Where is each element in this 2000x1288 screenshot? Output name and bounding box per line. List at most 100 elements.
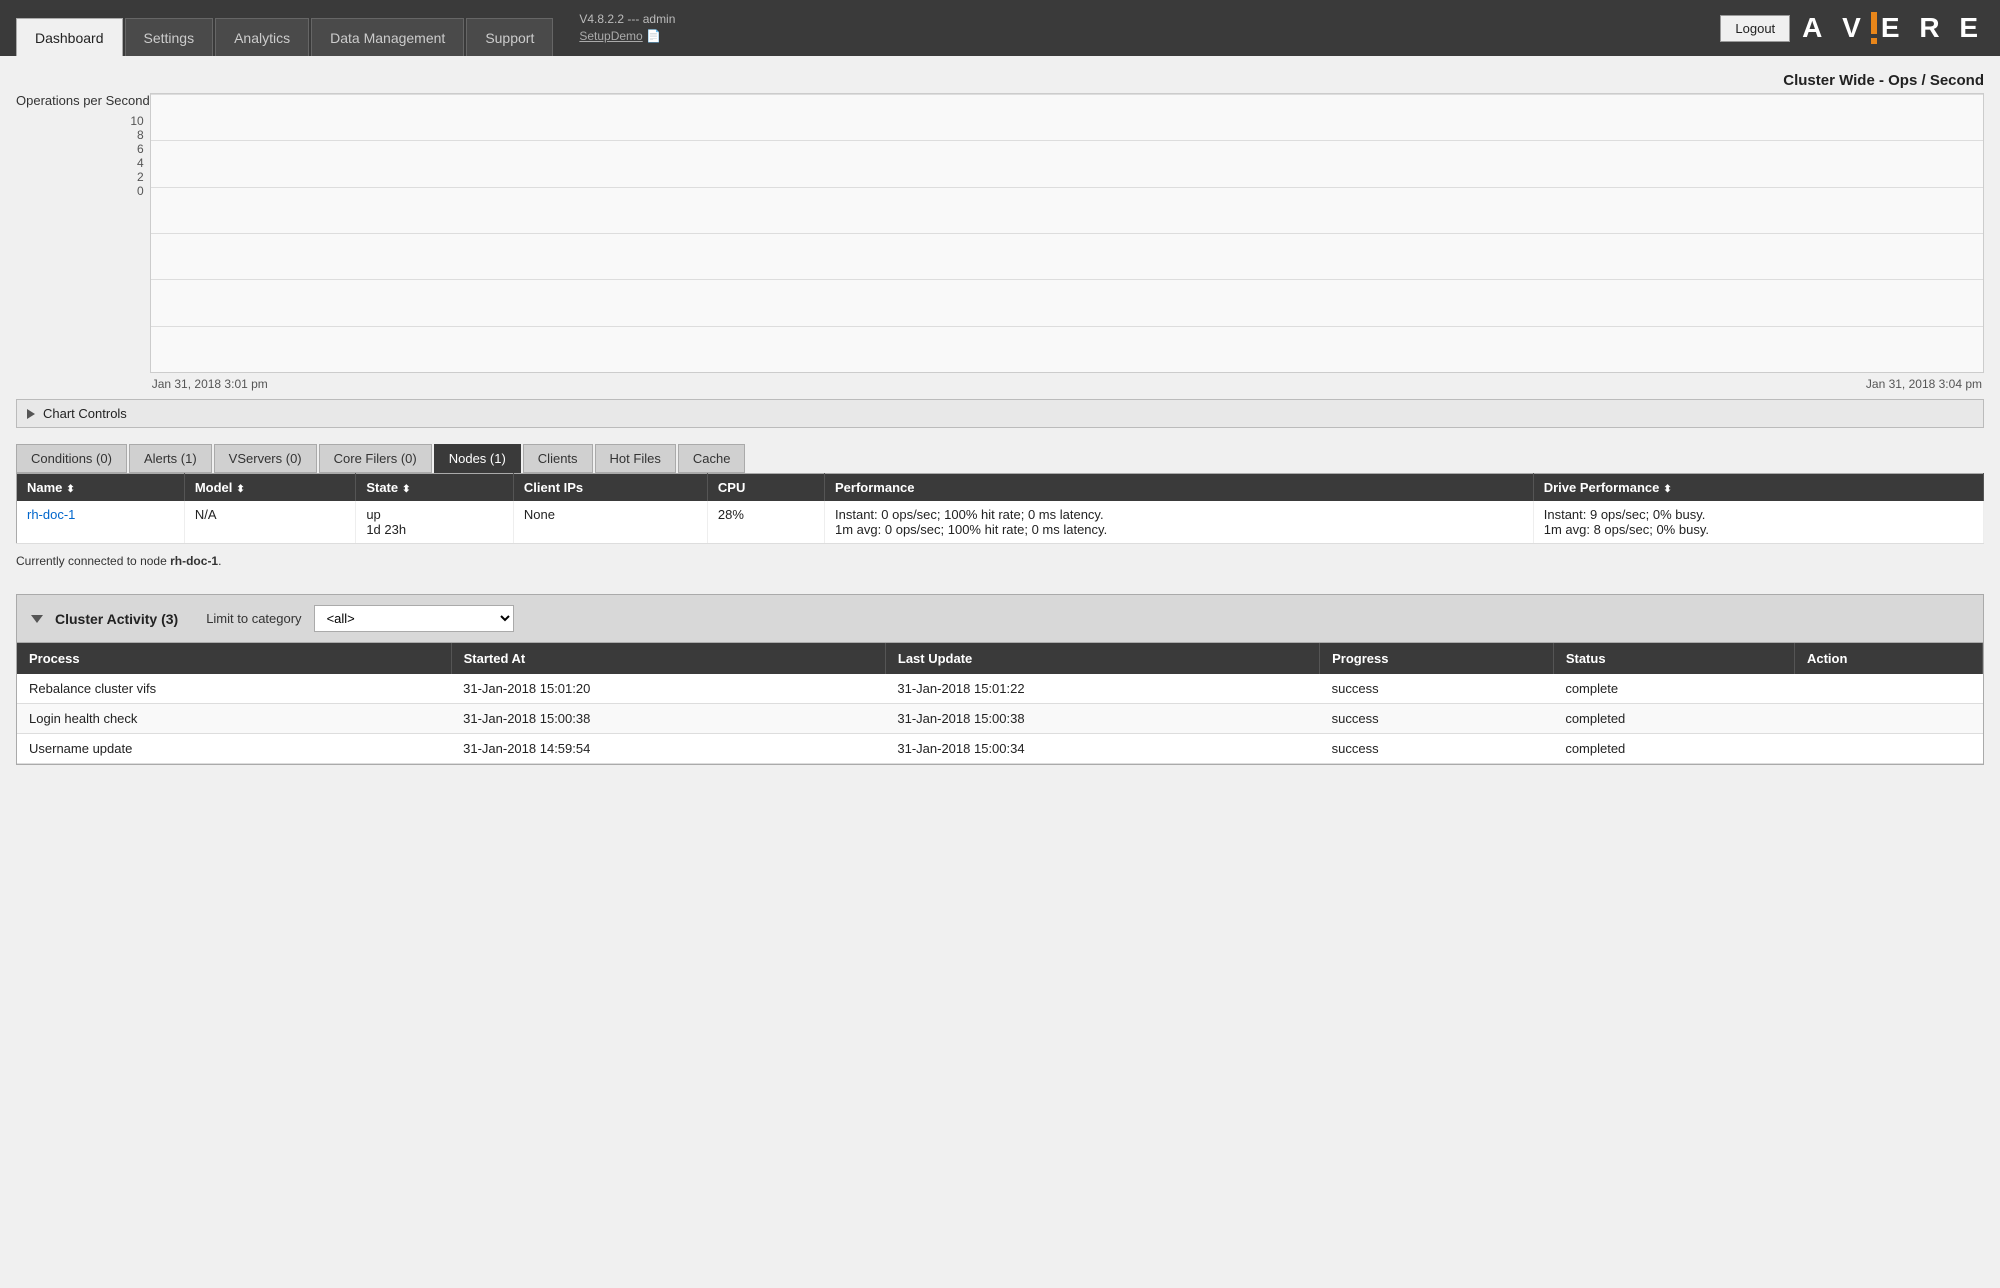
sort-icon: ⬍ (236, 484, 244, 495)
chart-gridline (151, 279, 1983, 280)
activity-cell-started-at: 31-Jan-2018 14:59:54 (451, 734, 885, 764)
activity-col-process: Process (17, 643, 451, 674)
y-axis-label: 2 (16, 170, 144, 184)
node-performance-cell: Instant: 0 ops/sec; 100% hit rate; 0 ms … (825, 501, 1534, 544)
activity-cell-progress: success (1320, 734, 1554, 764)
chart-title: Operations per Second (16, 93, 150, 108)
node-state-cell: up1d 23h (356, 501, 514, 544)
tabs-section: Conditions (0)Alerts (1)VServers (0)Core… (16, 444, 1984, 574)
list-item: Rebalance cluster vifs31-Jan-2018 15:01:… (17, 674, 1983, 704)
node-table: Name⬍Model⬍State⬍Client IPsCPUPerformanc… (16, 473, 1984, 544)
nav-tab-data-management[interactable]: Data Management (311, 18, 464, 56)
chart-controls[interactable]: Chart Controls (16, 399, 1984, 428)
sort-icon: ⬍ (66, 484, 74, 495)
nav-tab-support[interactable]: Support (466, 18, 553, 56)
node-col-model[interactable]: Model⬍ (184, 474, 356, 502)
data-tab-clients[interactable]: Clients (523, 444, 593, 473)
cluster-activity-header: Cluster Activity (3) Limit to category <… (17, 595, 1983, 643)
node-col-cpu: CPU (707, 474, 824, 502)
activity-cell-status: completed (1553, 734, 1794, 764)
tab-bar: Conditions (0)Alerts (1)VServers (0)Core… (16, 444, 1984, 473)
setup-link[interactable]: SetupDemo (579, 29, 642, 43)
activity-col-action: Action (1794, 643, 1982, 674)
node-col-state[interactable]: State⬍ (356, 474, 514, 502)
chart-header-label: Cluster Wide - Ops / Second (16, 72, 1984, 89)
node-col-name[interactable]: Name⬍ (17, 474, 185, 502)
logout-button[interactable]: Logout (1720, 15, 1790, 42)
activity-cell-action (1794, 674, 1982, 704)
connected-note: Currently connected to node rh-doc-1. (16, 548, 1984, 574)
activity-cell-last-update: 31-Jan-2018 15:01:22 (885, 674, 1319, 704)
activity-cell-process: Rebalance cluster vifs (17, 674, 451, 704)
nav-tab-analytics[interactable]: Analytics (215, 18, 309, 56)
activity-table-body: Rebalance cluster vifs31-Jan-2018 15:01:… (17, 674, 1983, 764)
nav-tab-dashboard[interactable]: Dashboard (16, 18, 123, 56)
node-col-drive-performance[interactable]: Drive Performance⬍ (1533, 474, 1983, 502)
node-cpu-cell: 28% (707, 501, 824, 544)
node-model-cell: N/A (184, 501, 356, 544)
activity-cell-last-update: 31-Jan-2018 15:00:34 (885, 734, 1319, 764)
cluster-activity-title: Cluster Activity (3) (55, 611, 178, 627)
chart-area-wrapper: Jan 31, 2018 3:01 pm Jan 31, 2018 3:04 p… (150, 93, 1984, 391)
activity-cell-progress: success (1320, 674, 1554, 704)
activity-col-progress: Progress (1320, 643, 1554, 674)
chart-controls-label: Chart Controls (43, 406, 127, 421)
data-tab-hot-files[interactable]: Hot Files (595, 444, 676, 473)
main-content: Cluster Wide - Ops / Second Operations p… (0, 56, 2000, 1288)
activity-col-last-update: Last Update (885, 643, 1319, 674)
y-axis-label: 6 (16, 142, 144, 156)
activity-cell-process: Username update (17, 734, 451, 764)
avere-logo: A V E R E (1802, 12, 1984, 44)
chart-x-axis: Jan 31, 2018 3:01 pm Jan 31, 2018 3:04 p… (150, 377, 1984, 391)
header-logo: Logout A V E R E (1720, 12, 1984, 44)
node-client-ips-cell: None (513, 501, 707, 544)
activity-cell-action (1794, 704, 1982, 734)
nav-tab-settings[interactable]: Settings (125, 18, 214, 56)
list-item: Login health check31-Jan-2018 15:00:3831… (17, 704, 1983, 734)
sort-icon: ⬍ (1663, 484, 1671, 495)
activity-cell-status: complete (1553, 674, 1794, 704)
cluster-activity: Cluster Activity (3) Limit to category <… (16, 594, 1984, 765)
limit-category-select[interactable]: <all>RebalanceLoginUsername (314, 605, 514, 632)
activity-cell-started-at: 31-Jan-2018 15:01:20 (451, 674, 885, 704)
chart-gridline (151, 326, 1983, 327)
data-tab-nodes[interactable]: Nodes (1) (434, 444, 521, 473)
chart-gridline (151, 140, 1983, 141)
activity-table-header: ProcessStarted AtLast UpdateProgressStat… (17, 643, 1983, 674)
activity-cell-started-at: 31-Jan-2018 15:00:38 (451, 704, 885, 734)
node-col-performance: Performance (825, 474, 1534, 502)
data-tab-cache[interactable]: Cache (678, 444, 746, 473)
version-text: V4.8.2.2 --- admin (579, 12, 675, 26)
data-tab-conditions[interactable]: Conditions (0) (16, 444, 127, 473)
chart-gridline (151, 372, 1983, 373)
node-table-header-row: Name⬍Model⬍State⬍Client IPsCPUPerformanc… (17, 474, 1984, 502)
header: DashboardSettingsAnalyticsData Managemen… (0, 0, 2000, 56)
activity-cell-progress: success (1320, 704, 1554, 734)
sort-icon: ⬍ (402, 484, 410, 495)
chart-section: Cluster Wide - Ops / Second Operations p… (16, 72, 1984, 428)
node-table-body: rh-doc-1 N/Aup1d 23hNone28%Instant: 0 ops… (17, 501, 1984, 544)
nav-tabs: DashboardSettingsAnalyticsData Managemen… (16, 0, 555, 56)
data-tab-core-filers[interactable]: Core Filers (0) (319, 444, 432, 473)
node-drive-perf-cell: Instant: 9 ops/sec; 0% busy.1m avg: 8 op… (1533, 501, 1983, 544)
chart-y-axis: 1086420 (16, 114, 150, 228)
chart-x-start: Jan 31, 2018 3:01 pm (152, 377, 268, 391)
chart-gridline (151, 187, 1983, 188)
y-axis-label: 10 (16, 114, 144, 128)
data-tab-alerts[interactable]: Alerts (1) (129, 444, 212, 473)
limit-label: Limit to category (206, 611, 301, 626)
triangle-down-icon[interactable] (31, 615, 43, 623)
list-item: Username update31-Jan-2018 14:59:5431-Ja… (17, 734, 1983, 764)
activity-col-status: Status (1553, 643, 1794, 674)
logo-bar-icon (1871, 12, 1877, 44)
header-version: V4.8.2.2 --- admin SetupDemo 📄 (579, 11, 675, 45)
activity-col-started-at: Started At (451, 643, 885, 674)
node-name-link[interactable]: rh-doc-1 (27, 507, 75, 522)
node-name-cell: rh-doc-1 (17, 501, 185, 544)
y-axis-label: 0 (16, 184, 144, 198)
node-col-client-ips: Client IPs (513, 474, 707, 502)
data-tab-vservers[interactable]: VServers (0) (214, 444, 317, 473)
chart-area (150, 93, 1984, 373)
activity-cell-process: Login health check (17, 704, 451, 734)
chart-x-end: Jan 31, 2018 3:04 pm (1866, 377, 1982, 391)
